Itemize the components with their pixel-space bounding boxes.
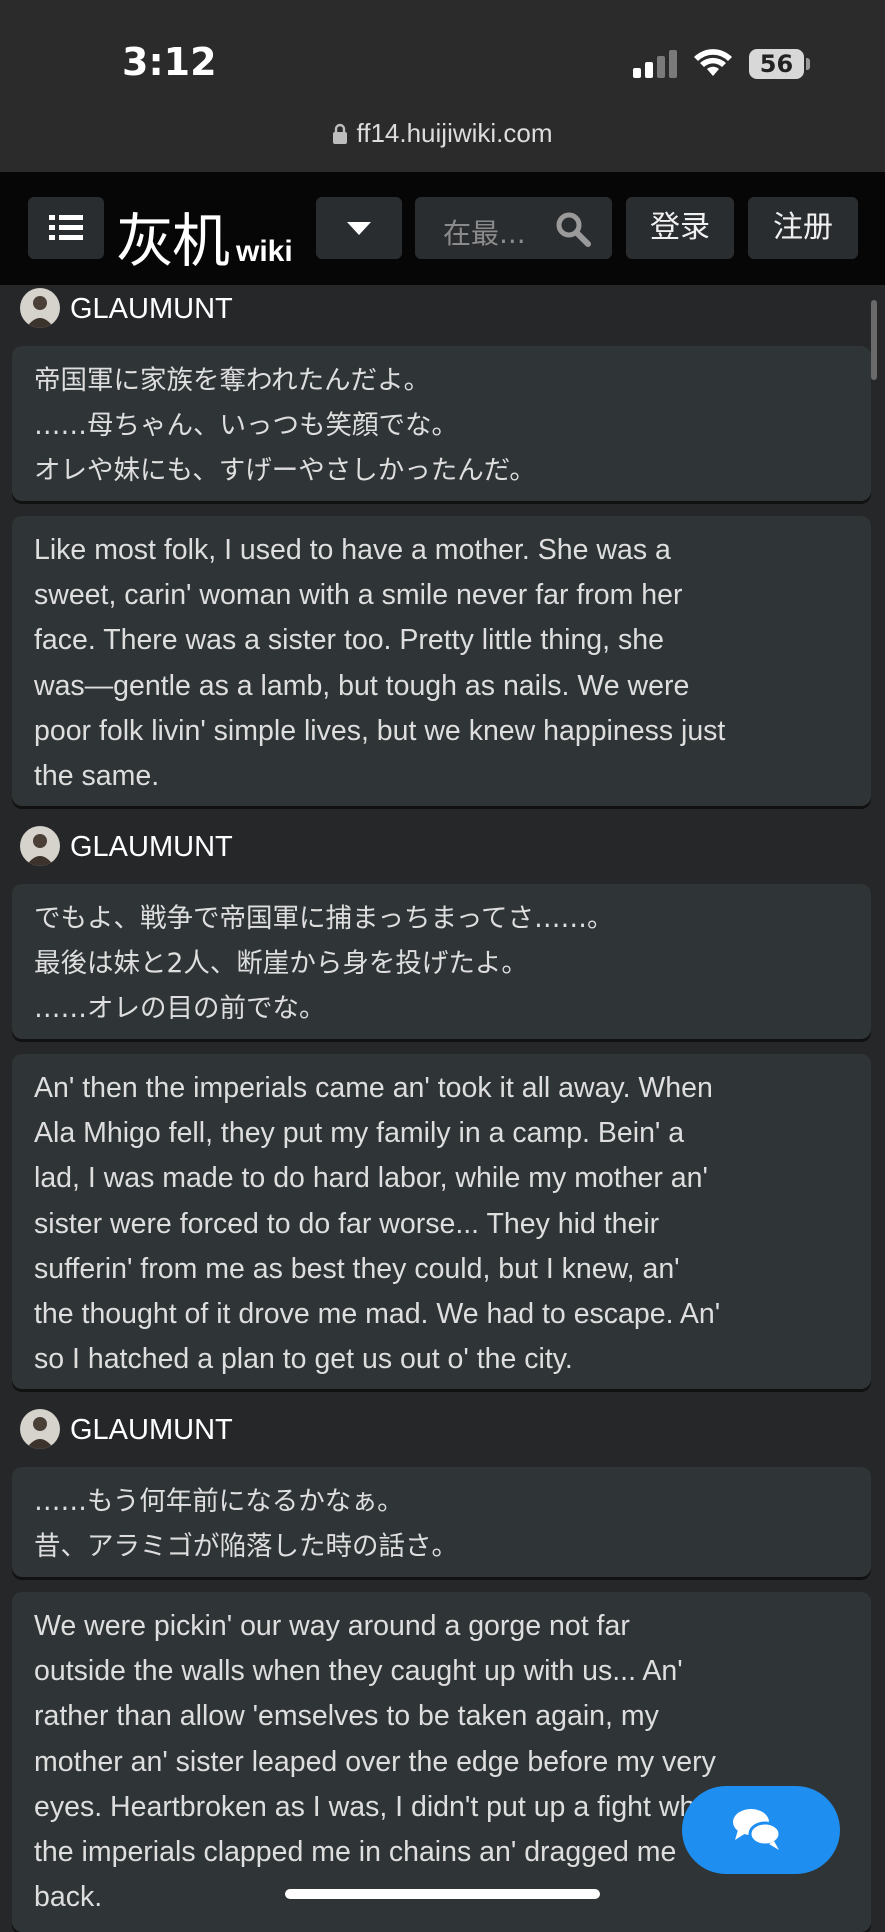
lock-icon (333, 123, 348, 144)
home-indicator[interactable] (285, 1889, 600, 1899)
cellular-signal-icon (633, 50, 677, 78)
dropdown-button[interactable] (316, 197, 402, 259)
en-line: Like most folk, I used to have a mother.… (34, 534, 671, 566)
site-header: 灰机 wiki 在最... 登录 注册 (0, 172, 885, 285)
en-line: outside the walls when they caught up wi… (34, 1655, 683, 1688)
caret-down-icon (347, 222, 371, 235)
jp-line: ……オレの目の前でな。 (34, 993, 326, 1025)
speaker-label: GLAUMUNT (20, 826, 233, 868)
avatar (20, 826, 60, 866)
en-line: face. There was a sister too. Pretty lit… (34, 624, 664, 657)
list-menu-icon (49, 215, 83, 240)
chat-button[interactable] (682, 1786, 840, 1874)
register-button[interactable]: 注册 (748, 197, 858, 259)
speaker-name: GLAUMUNT (70, 831, 233, 863)
en-line: mother an' sister leaped over the edge b… (34, 1745, 716, 1778)
dialogue-card-en: An' then the imperials came an' took it … (12, 1054, 871, 1389)
jp-line: オレや妹にも、すげーやさしかったんだ。 (34, 455, 536, 487)
url-text: ff14.huijiwiki.com (356, 118, 553, 148)
search-icon[interactable] (555, 211, 591, 247)
jp-line: でもよ、戦争で帝国軍に捕まっちまってさ……。 (34, 903, 614, 934)
logo-cn: 灰机 (116, 207, 230, 275)
logo-wiki: wiki (236, 235, 293, 268)
site-logo[interactable]: 灰机 wiki (116, 194, 293, 275)
dialogue-card-jp: ……もう何年前になるかなぁ。 昔、アラミゴが陥落した時の話さ。 (12, 1467, 871, 1577)
battery-tip (806, 58, 810, 70)
en-line: the same. (34, 760, 160, 793)
dialogue-card-en: Like most folk, I used to have a mother.… (12, 516, 871, 806)
chat-bubbles-icon (733, 1809, 782, 1850)
en-line: lad, I was made to do hard labor, while … (34, 1162, 708, 1195)
speaker-label: GLAUMUNT (20, 288, 233, 330)
jp-line: ……母ちゃん、いっつも笑顔でな。 (34, 410, 458, 442)
en-line: sufferin' from me as best they could, bu… (34, 1252, 680, 1285)
en-line: the thought of it drove me mad. We had t… (34, 1298, 721, 1331)
scrollbar[interactable] (871, 300, 877, 380)
en-line: was—gentle as a lamb, but tough as nails… (34, 669, 690, 702)
en-line: sweet, carin' woman with a smile never f… (34, 579, 683, 612)
menu-button[interactable] (28, 197, 104, 259)
jp-line: 昔、アラミゴが陥落した時の話さ。 (34, 1531, 458, 1563)
avatar (20, 1409, 60, 1449)
login-button[interactable]: 登录 (626, 197, 734, 259)
wifi-icon (694, 49, 732, 76)
search-placeholder: 在最... (443, 217, 526, 250)
jp-line: ……もう何年前になるかなぁ。 (34, 1486, 404, 1517)
jp-line: 帝国軍に家族を奪われたんだよ。 (34, 365, 431, 396)
jp-line: 最後は妹と2人、断崖から身を投げたよ。 (34, 948, 528, 980)
dialogue-card-jp: 帝国軍に家族を奪われたんだよ。 ……母ちゃん、いっつも笑顔でな。 オレや妹にも、… (12, 346, 871, 501)
en-line: so I hatched a plan to get us out o' the… (34, 1343, 573, 1376)
en-line: poor folk livin' simple lives, but we kn… (34, 714, 726, 747)
battery-icon: 56 (749, 49, 804, 79)
en-line: We were pickin' our way around a gorge n… (34, 1610, 630, 1642)
en-line: sister were forced to do far worse... Th… (34, 1207, 660, 1240)
en-line: Ala Mhigo fell, they put my family in a … (34, 1117, 685, 1150)
speaker-name: GLAUMUNT (70, 293, 233, 325)
search-input[interactable]: 在最... (415, 197, 612, 259)
en-line: rather than allow 'emselves to be taken … (34, 1700, 659, 1733)
url-bar[interactable]: ff14.huijiwiki.com (0, 118, 885, 149)
en-line: An' then the imperials came an' took it … (34, 1072, 713, 1104)
dialogue-card-en: We were pickin' our way around a gorge n… (12, 1592, 871, 1932)
speaker-label: GLAUMUNT (20, 1409, 233, 1451)
speaker-name: GLAUMUNT (70, 1414, 233, 1446)
avatar (20, 288, 60, 328)
status-bar: 3:12 56 ff14.huijiwiki.com (0, 0, 885, 172)
status-time: 3:12 (122, 40, 217, 84)
dialogue-card-jp: でもよ、戦争で帝国軍に捕まっちまってさ……。 最後は妹と2人、断崖から身を投げた… (12, 884, 871, 1039)
